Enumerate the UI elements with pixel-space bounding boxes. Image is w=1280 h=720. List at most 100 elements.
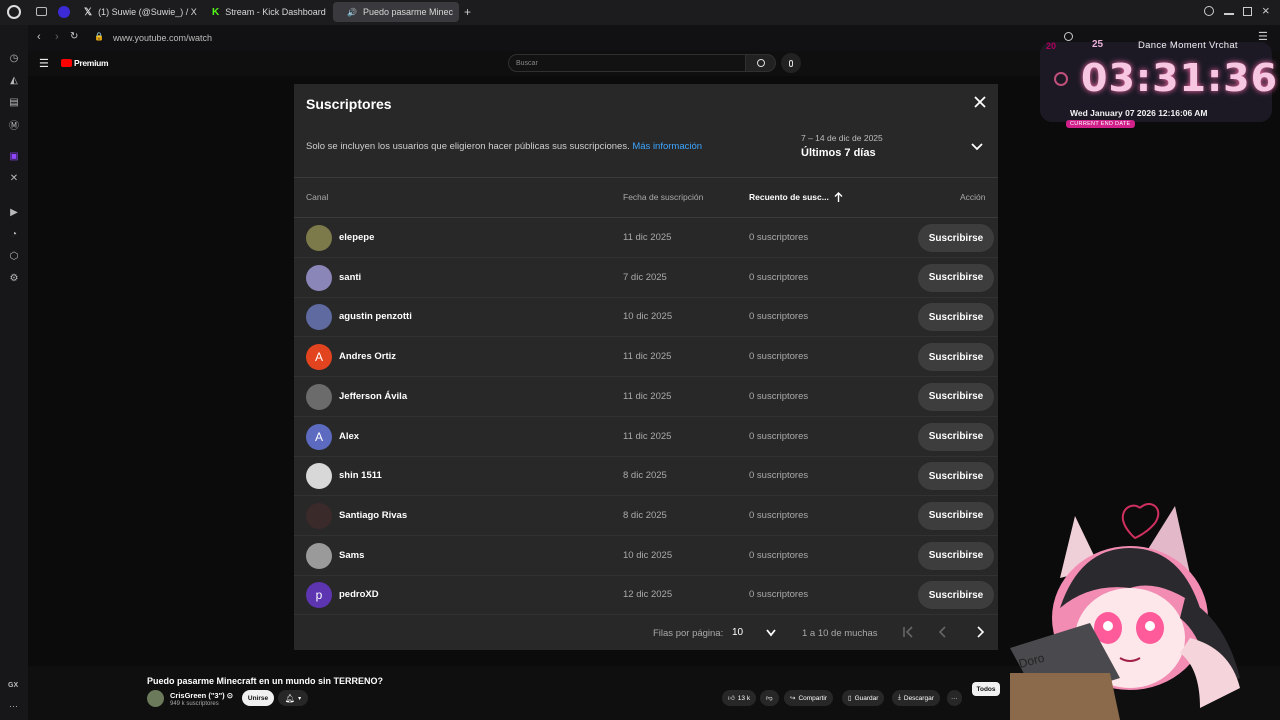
more-icon[interactable]: ··· — [9, 701, 18, 711]
search-input[interactable]: Buscar — [508, 54, 746, 72]
subscriber-name[interactable]: agustin penzotti — [339, 311, 412, 322]
messenger-icon[interactable]: Ⓜ — [7, 117, 21, 132]
subscriber-name[interactable]: Jefferson Ávila — [339, 391, 407, 402]
tab-youtube-video[interactable]: 🔊 Puedo pasarme Minec — [333, 2, 459, 22]
subscriber-avatar[interactable]: A — [306, 423, 332, 450]
kick-logo-icon: K — [212, 6, 220, 18]
twitch-icon[interactable]: ▣ — [7, 149, 21, 163]
subscribe-button[interactable]: Suscribirse — [918, 581, 994, 610]
subscribe-button[interactable]: Suscribirse — [918, 382, 994, 411]
dialog-title: Suscriptores — [306, 96, 392, 112]
x-icon[interactable]: ✕ — [7, 171, 21, 185]
subscriber-row: elepepe 11 dic 2025 0 suscriptores Suscribi… — [294, 218, 998, 258]
previous-page-button[interactable] — [934, 624, 952, 640]
like-button[interactable]: 👍︎ 13 k — [722, 690, 757, 706]
first-page-button[interactable] — [899, 624, 917, 640]
speed-dial-icon[interactable]: ◷ — [7, 51, 21, 65]
subscriber-count: 0 suscriptores — [749, 271, 809, 283]
new-tab-button[interactable]: + — [464, 5, 471, 19]
subscribe-button[interactable]: Suscribirse — [918, 422, 994, 451]
subscriber-name[interactable]: elepepe — [339, 232, 374, 243]
join-button[interactable]: Unirse — [242, 690, 274, 706]
opera-logo-icon[interactable] — [7, 5, 21, 19]
voice-search-button[interactable] — [781, 53, 801, 73]
subscribe-button[interactable]: Suscribirse — [918, 462, 994, 491]
share-button[interactable]: ↪ Compartir — [784, 690, 833, 706]
like-count: 13 k — [737, 694, 751, 702]
url-field[interactable]: www.youtube.com/watch — [113, 33, 212, 43]
subscriber-avatar[interactable] — [306, 383, 332, 410]
speaker-icon[interactable]: 🔊 — [347, 8, 357, 17]
column-header-date[interactable]: Fecha de suscripción — [623, 192, 703, 202]
x-logo-icon: 𝕏 — [84, 6, 93, 18]
notifications-button[interactable]: 🔔︎ ▾ — [278, 690, 308, 706]
forward-icon[interactable]: › — [55, 31, 59, 43]
subscriber-name[interactable]: Andres Ortiz — [339, 351, 396, 362]
gx-label[interactable]: GX — [8, 682, 18, 689]
hamburger-icon[interactable]: ☰ — [39, 57, 49, 70]
chevron-down-icon[interactable] — [765, 628, 777, 638]
subscriber-count: 0 suscriptores — [749, 549, 809, 561]
tab-kick-dashboard[interactable]: K Stream - Kick Dashboard — [204, 2, 330, 22]
subscriber-name[interactable]: Sams — [339, 550, 364, 561]
chevron-down-icon[interactable] — [970, 142, 984, 152]
widget-badge: CURRENT END DATE — [1066, 120, 1135, 128]
subscribe-button[interactable]: Suscribirse — [918, 501, 994, 530]
youtube-logo[interactable] — [61, 59, 72, 67]
close-dialog-button[interactable] — [972, 94, 988, 110]
row-divider — [294, 614, 998, 616]
subscriber-name[interactable]: shin 1511 — [339, 470, 382, 481]
next-page-button[interactable] — [971, 624, 989, 640]
subscribe-button[interactable]: Suscribirse — [918, 303, 994, 332]
subscriber-name[interactable]: Alex — [339, 431, 359, 442]
subscriber-avatar[interactable]: p — [306, 582, 332, 609]
search-tabs-icon[interactable] — [1204, 6, 1214, 16]
subscriber-avatar[interactable] — [306, 463, 332, 490]
restore-icon[interactable] — [1243, 7, 1252, 16]
search-button[interactable] — [746, 54, 776, 72]
tab-island-icon[interactable] — [36, 7, 47, 16]
browser-tab-bar: 𝕏 (1) Suwie (@Suwie_) / X K Stream - Kic… — [0, 0, 1280, 25]
subscriber-name[interactable]: Santiago Rivas — [339, 510, 407, 521]
player-icon[interactable]: ▶ — [7, 205, 21, 219]
extensions-icon[interactable]: ⬡ — [7, 249, 21, 263]
subscribe-button[interactable]: Suscribirse — [918, 263, 994, 292]
subscribe-button[interactable]: Suscribirse — [918, 343, 994, 372]
subscriber-avatar[interactable] — [306, 502, 332, 529]
subscriber-name[interactable]: pedroXD — [339, 589, 379, 600]
channel-name[interactable]: CrisGreen ("3") ⊙ — [170, 691, 233, 700]
subscriber-avatar[interactable] — [306, 264, 332, 291]
more-info-link[interactable]: Más información — [632, 141, 702, 152]
tab-twitter[interactable]: 𝕏 (1) Suwie (@Suwie_) / X — [76, 2, 198, 22]
minimize-icon[interactable] — [1224, 13, 1234, 15]
twitch-pin-icon[interactable] — [58, 6, 70, 18]
date-range-selector[interactable]: Últimos 7 días — [801, 147, 876, 159]
subscriber-avatar[interactable] — [306, 304, 332, 331]
workspace-icon[interactable]: ▤ — [7, 95, 21, 109]
close-window-icon[interactable]: × — [1262, 3, 1270, 18]
dislike-button[interactable]: 👎︎ — [760, 690, 779, 706]
vtuber-avatar-image: Doro — [1010, 503, 1240, 720]
widget-counter-b: 25 — [1092, 39, 1104, 50]
subscriber-avatar[interactable] — [306, 542, 332, 569]
subscribe-button[interactable]: Suscribirse — [918, 541, 994, 570]
clock-icon — [1054, 72, 1068, 86]
more-actions-button[interactable]: ··· — [947, 690, 962, 706]
aria-icon[interactable]: ◭ — [7, 73, 21, 87]
subscribe-button[interactable]: Suscribirse — [918, 224, 994, 252]
sort-arrow-up-icon[interactable] — [834, 192, 843, 203]
history-icon[interactable]: ◔ — [7, 227, 21, 241]
subscriber-avatar[interactable] — [306, 225, 332, 251]
back-icon[interactable]: ‹ — [37, 31, 41, 43]
download-button[interactable]: ⤓ Descargar — [892, 690, 940, 706]
subscriber-count: 0 suscriptores — [749, 509, 809, 521]
rows-per-page-select[interactable]: 10 — [732, 627, 743, 638]
reload-icon[interactable]: ↻ — [70, 31, 78, 42]
column-header-sub-count[interactable]: Recuento de susc... — [749, 192, 829, 202]
settings-icon[interactable]: ⚙ — [7, 271, 21, 285]
save-button[interactable]: ▯ Guardar — [842, 690, 885, 706]
subscriber-avatar[interactable]: A — [306, 344, 332, 371]
subscriber-name[interactable]: santi — [339, 272, 361, 283]
video-title: Puedo pasarme Minecraft en un mundo sin … — [147, 676, 384, 686]
channel-avatar[interactable] — [147, 690, 164, 707]
